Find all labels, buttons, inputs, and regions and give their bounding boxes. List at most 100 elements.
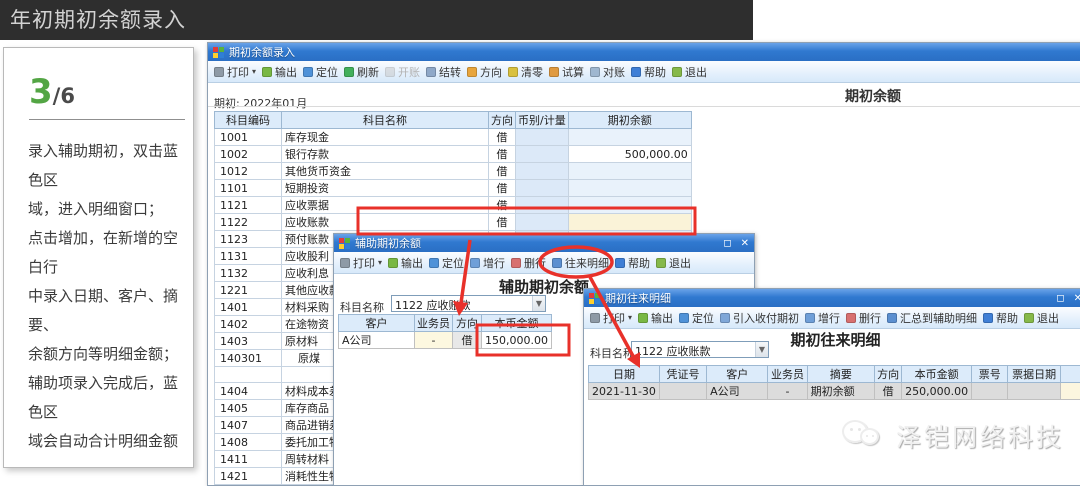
table-row[interactable]: A公司-借150,000.00 — [339, 332, 552, 349]
close-button[interactable]: ✕ — [1074, 293, 1080, 304]
toolbar-exit[interactable]: 退出 — [1021, 308, 1062, 328]
toolbar-delete-row[interactable]: 删行 — [508, 253, 549, 273]
cell-currency-measure[interactable] — [516, 197, 569, 214]
toolbar-trial-balance[interactable]: 试算 — [546, 62, 587, 82]
column-header: 摘要 — [807, 366, 875, 383]
toolbar-label: 对账 — [603, 64, 625, 80]
cell-currency-measure[interactable] — [516, 180, 569, 197]
cell-subject-code: 1401 — [215, 299, 282, 316]
toolbar-carry-forward[interactable]: 结转 — [423, 62, 464, 82]
cell-opening-balance[interactable] — [568, 197, 691, 214]
toolbar-label: 帮助 — [996, 310, 1018, 326]
cell-salesman: - — [768, 383, 807, 400]
toolbar-direction[interactable]: 方向 — [464, 62, 505, 82]
cell-opening-balance[interactable] — [568, 180, 691, 197]
toolbar-print[interactable]: 打印▾ — [211, 62, 259, 82]
cell-subject-name: 银行存款 — [282, 146, 489, 163]
cell-currency-measure[interactable] — [516, 129, 569, 146]
toolbar-print[interactable]: 打印▾ — [587, 308, 635, 328]
cell-direction: 借 — [489, 146, 516, 163]
cell-opening-balance[interactable] — [568, 214, 691, 231]
toolbar-help[interactable]: 帮助 — [628, 62, 669, 82]
cell-amount[interactable]: 150,000.00 — [482, 332, 552, 349]
cell-bill-no — [972, 383, 1008, 400]
toolbar-locate[interactable]: 定位 — [676, 308, 717, 328]
table-row[interactable]: 1121应收票据借 — [215, 197, 692, 214]
column-header: 客户 — [707, 366, 768, 383]
toolbar-help[interactable]: 帮助 — [980, 308, 1021, 328]
subject-name-label: 科目名称 — [340, 299, 384, 315]
cell-customer: A公司 — [339, 332, 415, 349]
open-account-icon — [385, 67, 395, 77]
titlebar-opening-balance-entry[interactable]: 期初余额录入 — [208, 43, 1080, 61]
print-icon — [214, 67, 224, 77]
toolbar-export[interactable]: 输出 — [259, 62, 300, 82]
toolbar-label: 删行 — [524, 255, 546, 271]
cell-subject-code: 1122 — [215, 214, 282, 231]
titlebar-assist[interactable]: 辅助期初余额 ◻✕ — [334, 234, 754, 252]
detail-window-body: 期初往来明细 科目名称 1122 应收账款 ▼ 日期凭证号客户业务员摘要方向本币… — [584, 329, 1080, 485]
cell-subject-code: 1132 — [215, 265, 282, 282]
toolbar-refresh[interactable]: 刷新 — [341, 62, 382, 82]
cell-opening-balance[interactable] — [568, 129, 691, 146]
toolbar-locate[interactable]: 定位 — [426, 253, 467, 273]
maximize-button[interactable]: ◻ — [1056, 293, 1064, 304]
cell-currency-measure[interactable] — [516, 214, 569, 231]
cell-subject-code: 1131 — [215, 248, 282, 265]
help-icon — [615, 258, 625, 268]
toolbar-open-account: 开账 — [382, 62, 423, 82]
toolbar-label: 方向 — [480, 64, 502, 80]
cell-subject-code: 1101 — [215, 180, 282, 197]
toolbar-label: 输出 — [401, 255, 423, 271]
chevron-down-icon[interactable]: ▼ — [532, 296, 545, 311]
toolbar-export[interactable]: 输出 — [385, 253, 426, 273]
toolbar-import-opening[interactable]: 引入收付期初 — [717, 308, 802, 328]
cell-opening-balance[interactable] — [568, 163, 691, 180]
toolbar-export[interactable]: 输出 — [635, 308, 676, 328]
assist-balance-table: 客户业务员方向本币金额A公司-借150,000.00 — [338, 314, 552, 349]
cell-date: 2021-11-30 — [589, 383, 660, 400]
column-header: 本币金额 — [482, 315, 552, 332]
cell-direction: 借 — [875, 383, 902, 400]
titlebar-detail[interactable]: 期初往来明细 ◻✕ — [584, 289, 1080, 307]
chevron-down-icon[interactable]: ▼ — [755, 342, 768, 357]
cell-currency-measure[interactable] — [516, 163, 569, 180]
column-header: 业务员 — [768, 366, 807, 383]
table-row[interactable]: 1001库存现金借 — [215, 129, 692, 146]
toolbar-locate[interactable]: 定位 — [300, 62, 341, 82]
toolbar-transaction-detail[interactable]: 往来明细 — [549, 253, 612, 273]
toolbar-clear-zero[interactable]: 清零 — [505, 62, 546, 82]
toolbar-label: 增行 — [483, 255, 505, 271]
toolbar-help[interactable]: 帮助 — [612, 253, 653, 273]
subject-select[interactable]: 1122 应收账款 ▼ — [631, 341, 769, 358]
toolbar-label: 退出 — [669, 255, 691, 271]
cell-currency-measure[interactable] — [516, 146, 569, 163]
toolbar-label: 增行 — [818, 310, 840, 326]
toolbar-print[interactable]: 打印▾ — [337, 253, 385, 273]
column-header: 业务员 — [415, 315, 453, 332]
instruction-line: 域会自动合计明细金额 — [28, 427, 187, 456]
help-icon — [983, 313, 993, 323]
cell-direction: 借 — [453, 332, 482, 349]
subject-select[interactable]: 1122 应收账款 ▼ — [391, 295, 546, 312]
toolbar-reconcile[interactable]: 对账 — [587, 62, 628, 82]
toolbar-label: 试算 — [562, 64, 584, 80]
maximize-button[interactable]: ◻ — [723, 238, 731, 249]
table-row[interactable]: 1002银行存款借500,000.00 — [215, 146, 692, 163]
toolbar-summarize-to-assist[interactable]: 汇总到辅助明细 — [884, 308, 980, 328]
column-header: 票据日期 — [1008, 366, 1061, 383]
column-header: 科目名称 — [282, 112, 489, 129]
toolbar-exit[interactable]: 退出 — [669, 62, 710, 82]
toolbar-add-row[interactable]: 增行 — [802, 308, 843, 328]
cell-subject-name: 短期投资 — [282, 180, 489, 197]
table-row[interactable]: 1101短期投资借 — [215, 180, 692, 197]
toolbar-add-row[interactable]: 增行 — [467, 253, 508, 273]
column-header: 凭证号 — [659, 366, 706, 383]
toolbar-exit[interactable]: 退出 — [653, 253, 694, 273]
cell-opening-balance[interactable]: 500,000.00 — [568, 146, 691, 163]
table-row[interactable]: 1012其他货币资金借 — [215, 163, 692, 180]
table-row[interactable]: 1122应收账款借 — [215, 214, 692, 231]
toolbar-delete-row[interactable]: 删行 — [843, 308, 884, 328]
table-row[interactable]: 2021-11-30A公司-期初余额借250,000.00 — [589, 383, 1080, 400]
close-button[interactable]: ✕ — [741, 238, 749, 249]
